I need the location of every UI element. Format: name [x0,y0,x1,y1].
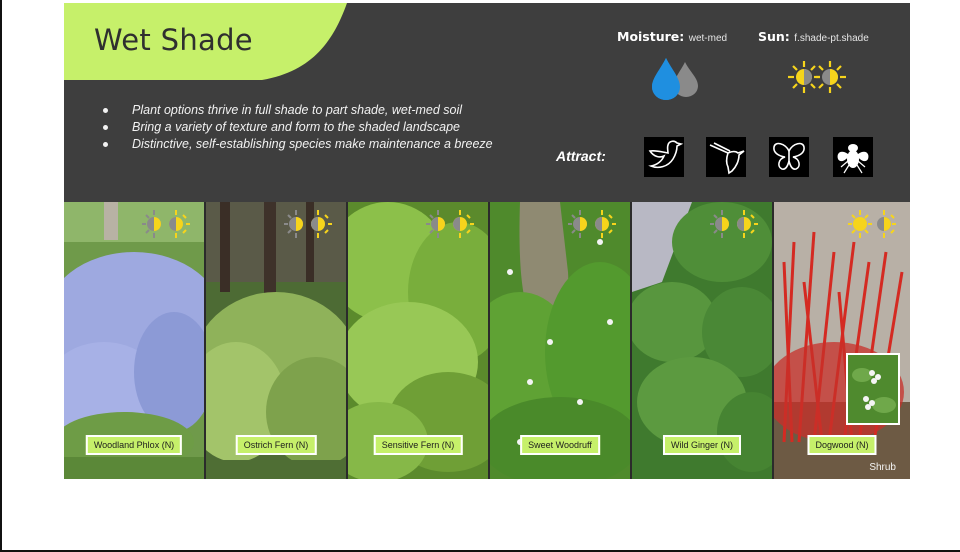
page-title: Wet Shade [94,23,253,57]
hummingbird-icon [706,137,746,177]
plant-card[interactable]: Dogwood (N) Shrub [772,202,910,479]
sun-value: f.shade-pt.shade [794,33,869,44]
frame-left-line [0,0,2,552]
sun-label: Sun: f.shade-pt.shade [758,28,869,46]
dogwood-flower-inset [846,353,900,425]
plant-card[interactable]: Woodland Phlox (N) [64,202,204,479]
moisture-label: Moisture: wet-med [617,28,727,46]
shrub-note: Shrub [869,462,896,473]
plant-card[interactable]: Sweet Woodruff [488,202,630,479]
shade-pt-shade-icon [284,210,332,238]
butterfly-icon [769,137,809,177]
sun-pt-shade-icon [848,210,896,238]
plant-label: Wild Ginger (N) [662,435,742,455]
sun-shade-icon [788,61,846,93]
bullet-item: Bring a variety of texture and form to t… [100,119,493,136]
moisture-key: Moisture: [617,29,685,44]
plant-label: Dogwood (N) [807,435,877,455]
plant-card[interactable]: Wild Ginger (N) [630,202,772,479]
moisture-value: wet-med [688,33,728,44]
bullet-item: Plant options thrive in full shade to pa… [100,102,493,119]
water-drops-icon [652,58,698,100]
bullet-list: Plant options thrive in full shade to pa… [100,102,493,153]
plant-card[interactable]: Sensitive Fern (N) [346,202,488,479]
attract-label: Attract: [556,148,606,164]
header-panel: Wet Shade Plant options thrive in full s… [64,3,910,202]
shade-pt-shade-icon [142,210,190,238]
plant-label: Woodland Phlox (N) [85,435,183,455]
slide: Wet Shade Plant options thrive in full s… [64,3,910,479]
sun-key: Sun: [758,29,790,44]
bullet-item: Distinctive, self-establishing species m… [100,136,493,153]
fly-icon [833,137,873,177]
plant-label: Sweet Woodruff [520,435,600,455]
shade-pt-shade-icon [426,210,474,238]
plant-label: Sensitive Fern (N) [373,435,463,455]
shade-pt-shade-icon [568,210,616,238]
plant-card[interactable]: Ostrich Fern (N) [204,202,346,479]
bird-icon [644,137,684,177]
plant-label: Ostrich Fern (N) [235,435,317,455]
shade-pt-shade-icon [710,210,758,238]
plant-photo-strip: Woodland Phlox (N) Ostrich Fern (N) Sens… [64,202,910,479]
